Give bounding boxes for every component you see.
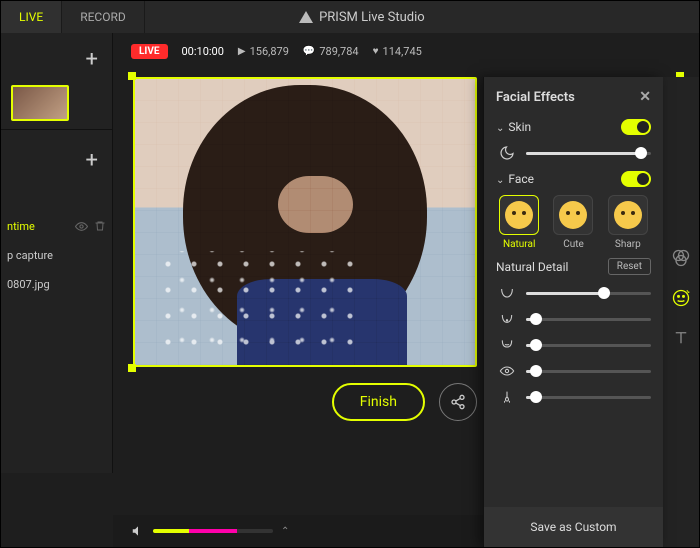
detail-slider-eye[interactable]: [496, 363, 651, 379]
stat-likes: ♥114,745: [373, 45, 422, 58]
panel-title: Facial Effects: [496, 90, 575, 105]
facial-effects-panel: Facial Effects ✕ ⌄Skin ⌄Face Natural Cut: [483, 77, 663, 547]
skin-section-label[interactable]: ⌄Skin: [496, 120, 531, 134]
sparkle-effect: [155, 251, 359, 348]
eye-icon: [496, 363, 518, 379]
detail-slider-nose[interactable]: [496, 389, 651, 405]
skin-slider[interactable]: [496, 145, 651, 161]
close-icon[interactable]: ✕: [639, 89, 651, 105]
face-presets: Natural Cute Sharp: [496, 195, 651, 250]
right-rail: [663, 77, 699, 547]
tab-record[interactable]: RECORD: [62, 1, 145, 33]
preset-cute[interactable]: Cute: [550, 195, 596, 250]
source-list: ntime p capture 0807.jpg: [1, 212, 112, 299]
finish-button[interactable]: Finish: [332, 383, 425, 421]
heart-icon: ♥: [373, 46, 379, 57]
chevron-down-icon: ⌄: [496, 123, 504, 134]
scene-sidebar: + + ntime p capture: [1, 33, 113, 473]
chin-icon: [496, 311, 518, 327]
app-title-text: PRISM Live Studio: [319, 10, 425, 25]
face-section-label[interactable]: ⌄Face: [496, 172, 534, 186]
add-scene-button[interactable]: +: [86, 47, 98, 72]
moon-icon: [496, 145, 518, 161]
titlebar: LIVE RECORD PRISM Live Studio: [1, 1, 699, 33]
preview-canvas[interactable]: [133, 77, 477, 367]
app-title: PRISM Live Studio: [145, 10, 699, 25]
stream-time: 00:10:00: [182, 45, 224, 58]
chevron-up-icon[interactable]: ⌃: [281, 526, 289, 537]
chevron-down-icon: ⌄: [496, 175, 504, 186]
preset-natural[interactable]: Natural: [496, 195, 542, 250]
rail-text-icon[interactable]: [670, 327, 692, 349]
scene-add-row: +: [1, 33, 112, 85]
stat-comments: 💬789,784: [303, 45, 359, 58]
source-item[interactable]: ntime: [1, 212, 112, 241]
rail-filters-icon[interactable]: [670, 247, 692, 269]
source-add-row: +: [1, 134, 112, 186]
source-item[interactable]: p capture: [1, 241, 112, 270]
jaw-icon: [496, 285, 518, 301]
play-icon: ▶: [238, 46, 246, 57]
detail-slider-jaw[interactable]: [496, 285, 651, 301]
scene-thumbnail[interactable]: [11, 85, 69, 121]
resize-handle[interactable]: [128, 72, 136, 80]
app-window: LIVE RECORD PRISM Live Studio + + ntime: [0, 0, 700, 548]
visibility-icon[interactable]: [75, 220, 88, 233]
source-label: p capture: [7, 249, 53, 262]
rail-face-icon[interactable]: [670, 287, 692, 309]
mouth-icon: [496, 337, 518, 353]
prism-logo-icon: [299, 11, 313, 23]
source-label: 0807.jpg: [7, 278, 50, 291]
divider: [1, 129, 112, 130]
stats-bar: LIVE 00:10:00 ▶156,879 💬789,784 ♥114,745: [113, 33, 699, 69]
face-emoji-icon: [614, 201, 642, 229]
face-emoji-icon: [505, 201, 533, 229]
source-item[interactable]: 0807.jpg: [1, 270, 112, 299]
face-emoji-icon: [559, 201, 587, 229]
save-as-custom-button[interactable]: Save as Custom: [484, 507, 663, 547]
source-label: ntime: [7, 220, 35, 233]
mode-tabs: LIVE RECORD: [1, 1, 145, 33]
detail-slider-mouth[interactable]: [496, 337, 651, 353]
speaker-icon: [131, 524, 145, 538]
skin-toggle[interactable]: [621, 119, 651, 135]
live-badge: LIVE: [131, 44, 168, 59]
tab-live[interactable]: LIVE: [1, 1, 62, 33]
share-button[interactable]: [439, 383, 477, 421]
nose-icon: [496, 389, 518, 405]
detail-slider-chin[interactable]: [496, 311, 651, 327]
canvas-actions: Finish: [133, 383, 477, 421]
face-toggle[interactable]: [621, 171, 651, 187]
source-item-icons: [75, 220, 106, 233]
reset-button[interactable]: Reset: [608, 258, 651, 275]
delete-icon[interactable]: [94, 220, 106, 233]
resize-handle[interactable]: [128, 364, 136, 372]
detail-label: Natural Detail: [496, 260, 568, 274]
preset-sharp[interactable]: Sharp: [605, 195, 651, 250]
volume-bar[interactable]: [153, 529, 273, 533]
add-source-button[interactable]: +: [86, 148, 98, 173]
volume-control[interactable]: ⌃: [131, 524, 289, 538]
comment-icon: 💬: [303, 46, 315, 57]
share-icon: [450, 394, 466, 410]
stat-views: ▶156,879: [238, 45, 289, 58]
